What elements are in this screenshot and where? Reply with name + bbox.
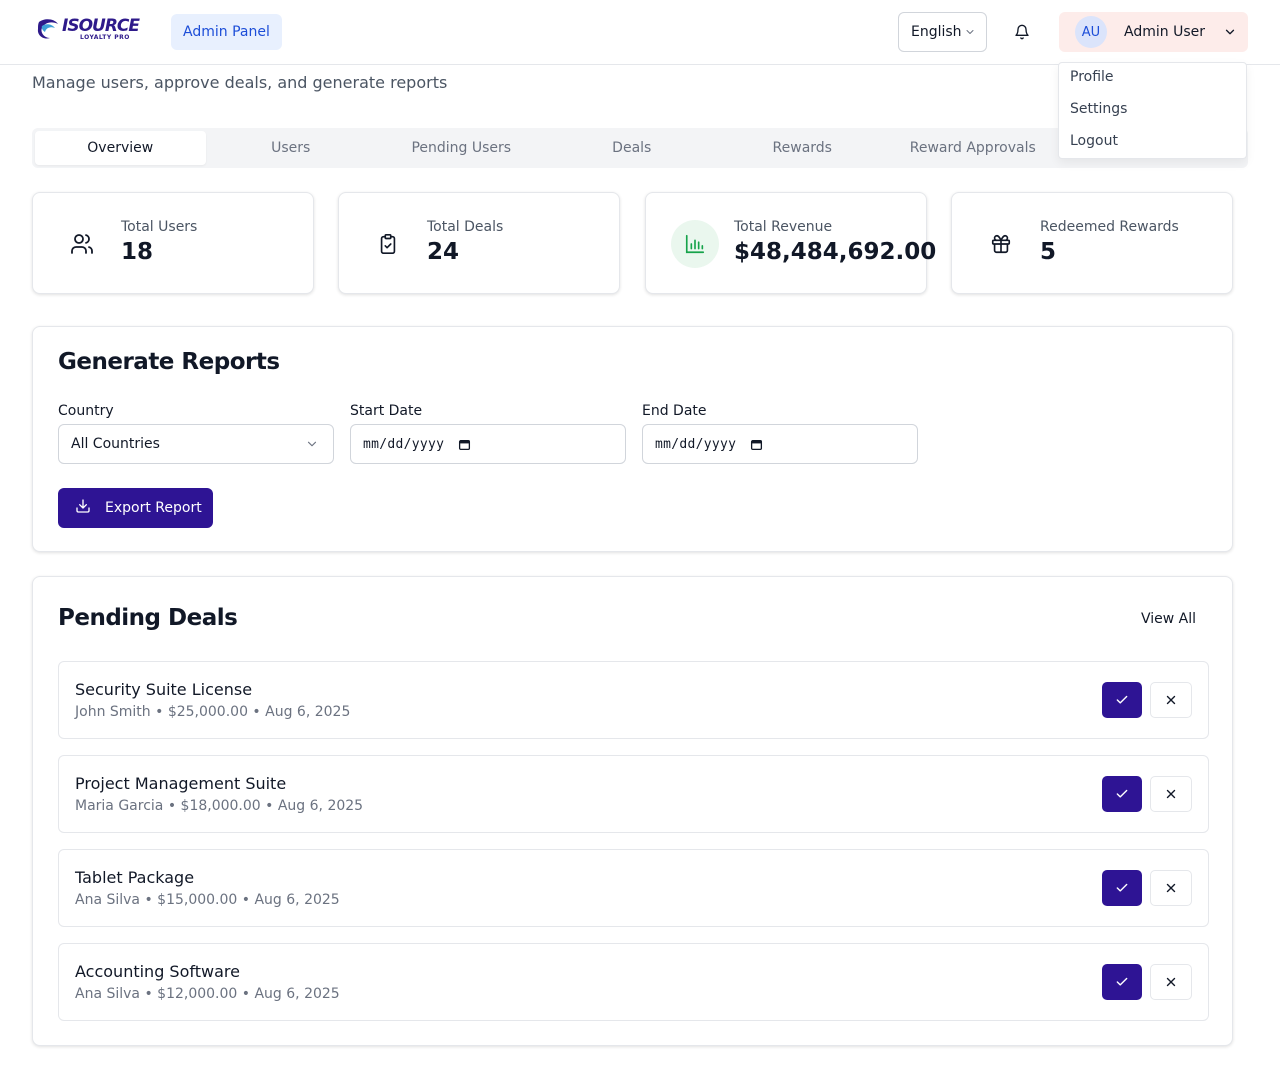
logo-tagline: LOYALTY PRO bbox=[80, 33, 130, 41]
admin-panel-badge[interactable]: Admin Panel bbox=[171, 14, 282, 50]
logo-swoosh-icon bbox=[37, 19, 58, 39]
avatar: AU bbox=[1075, 16, 1107, 48]
section-title: Generate Reports bbox=[58, 349, 280, 375]
calendar-icon[interactable] bbox=[458, 438, 471, 451]
stat-card-total-revenue: Total Revenue $48,484,692.00 bbox=[645, 192, 936, 294]
download-icon bbox=[75, 498, 91, 518]
approve-deal-button[interactable] bbox=[1102, 964, 1142, 1000]
chevron-down-icon bbox=[1223, 25, 1237, 39]
deal-name: Accounting Software bbox=[75, 962, 240, 981]
view-all-link[interactable]: View All bbox=[1141, 611, 1196, 627]
list-item: Project Management Suite Maria Garcia • … bbox=[58, 755, 1209, 833]
stat-value: 18 bbox=[121, 239, 154, 265]
start-date-label: Start Date bbox=[350, 403, 423, 419]
end-date-placeholder: mm/dd/yyyy bbox=[655, 436, 737, 452]
gift-icon bbox=[977, 220, 1025, 268]
menu-item-profile[interactable]: Profile bbox=[1070, 69, 1114, 85]
deal-meta: Maria Garcia • $18,000.00 • Aug 6, 2025 bbox=[75, 798, 364, 814]
calendar-icon[interactable] bbox=[750, 438, 763, 451]
deal-meta: John Smith • $25,000.00 • Aug 6, 2025 bbox=[75, 704, 351, 720]
language-value: English bbox=[911, 24, 962, 40]
logo-text: ISOURCE bbox=[62, 15, 140, 36]
check-icon bbox=[1116, 789, 1128, 798]
user-dropdown-menu: Profile Settings Logout bbox=[1058, 62, 1247, 159]
deal-meta: Ana Silva • $15,000.00 • Aug 6, 2025 bbox=[75, 892, 340, 908]
check-icon bbox=[1116, 977, 1128, 986]
stat-label: Redeemed Rewards bbox=[1040, 219, 1179, 235]
list-item: Security Suite License John Smith • $25,… bbox=[58, 661, 1209, 739]
notifications-bell-icon[interactable] bbox=[1010, 20, 1034, 44]
tab-rewards[interactable]: Rewards bbox=[717, 131, 888, 165]
user-menu-button[interactable]: AU Admin User bbox=[1059, 12, 1248, 52]
export-report-button[interactable]: Export Report bbox=[58, 488, 213, 528]
stat-card-total-deals: Total Deals 24 bbox=[338, 192, 620, 294]
start-date-input[interactable]: mm/dd/yyyy bbox=[350, 424, 626, 464]
chevron-down-icon bbox=[966, 30, 974, 34]
tab-reward-approvals[interactable]: Reward Approvals bbox=[888, 131, 1059, 165]
end-date-input[interactable]: mm/dd/yyyy bbox=[642, 424, 918, 464]
start-date-placeholder: mm/dd/yyyy bbox=[363, 436, 445, 452]
tab-deals[interactable]: Deals bbox=[547, 131, 718, 165]
close-icon bbox=[1166, 883, 1176, 893]
end-date-label: End Date bbox=[642, 403, 707, 419]
generate-reports-card: Generate Reports Country All Countries S… bbox=[32, 326, 1233, 552]
country-select[interactable]: All Countries bbox=[58, 424, 334, 464]
bar-chart-icon bbox=[671, 220, 719, 268]
user-name: Admin User bbox=[1124, 24, 1205, 40]
reject-deal-button[interactable] bbox=[1150, 682, 1192, 718]
menu-item-logout[interactable]: Logout bbox=[1070, 133, 1118, 149]
section-title: Pending Deals bbox=[58, 605, 238, 631]
reject-deal-button[interactable] bbox=[1150, 776, 1192, 812]
reject-deal-button[interactable] bbox=[1150, 964, 1192, 1000]
stat-card-total-users: Total Users 18 bbox=[32, 192, 314, 294]
deal-name: Tablet Package bbox=[75, 868, 195, 887]
pending-deals-card: Pending Deals View All Security Suite Li… bbox=[32, 576, 1233, 1046]
approve-deal-button[interactable] bbox=[1102, 870, 1142, 906]
check-icon bbox=[1116, 695, 1128, 704]
check-icon bbox=[1116, 883, 1128, 892]
stat-label: Total Revenue bbox=[734, 219, 833, 235]
users-icon bbox=[58, 220, 106, 268]
stat-label: Total Users bbox=[121, 219, 198, 235]
close-icon bbox=[1166, 789, 1176, 799]
tab-users[interactable]: Users bbox=[206, 131, 377, 165]
deal-name: Security Suite License bbox=[75, 680, 253, 699]
menu-item-settings[interactable]: Settings bbox=[1070, 101, 1127, 117]
deal-meta: Ana Silva • $12,000.00 • Aug 6, 2025 bbox=[75, 986, 340, 1002]
deal-name: Project Management Suite bbox=[75, 774, 287, 793]
top-header: ISOURCE LOYALTY PRO Admin Panel English … bbox=[0, 0, 1280, 65]
stat-card-redeemed-rewards: Redeemed Rewards 5 bbox=[951, 192, 1233, 294]
tab-overview[interactable]: Overview bbox=[35, 131, 206, 165]
language-select[interactable]: English bbox=[898, 12, 987, 52]
stat-value: 5 bbox=[1040, 239, 1057, 265]
country-label: Country bbox=[58, 403, 114, 419]
list-item: Accounting Software Ana Silva • $12,000.… bbox=[58, 943, 1209, 1021]
stat-value: 24 bbox=[427, 239, 460, 265]
stat-value: $48,484,692.00 bbox=[734, 239, 937, 265]
approve-deal-button[interactable] bbox=[1102, 682, 1142, 718]
list-item: Tablet Package Ana Silva • $15,000.00 • … bbox=[58, 849, 1209, 927]
logo[interactable]: ISOURCE LOYALTY PRO bbox=[36, 15, 140, 42]
close-icon bbox=[1166, 977, 1176, 987]
approve-deal-button[interactable] bbox=[1102, 776, 1142, 812]
export-report-label: Export Report bbox=[105, 500, 202, 516]
clipboard-check-icon bbox=[364, 220, 412, 268]
reject-deal-button[interactable] bbox=[1150, 870, 1192, 906]
chevron-down-icon bbox=[305, 437, 319, 455]
stat-label: Total Deals bbox=[427, 219, 504, 235]
close-icon bbox=[1166, 695, 1176, 705]
page-subtitle: Manage users, approve deals, and generat… bbox=[32, 73, 448, 92]
tab-pending-users[interactable]: Pending Users bbox=[376, 131, 547, 165]
country-value: All Countries bbox=[71, 436, 160, 452]
